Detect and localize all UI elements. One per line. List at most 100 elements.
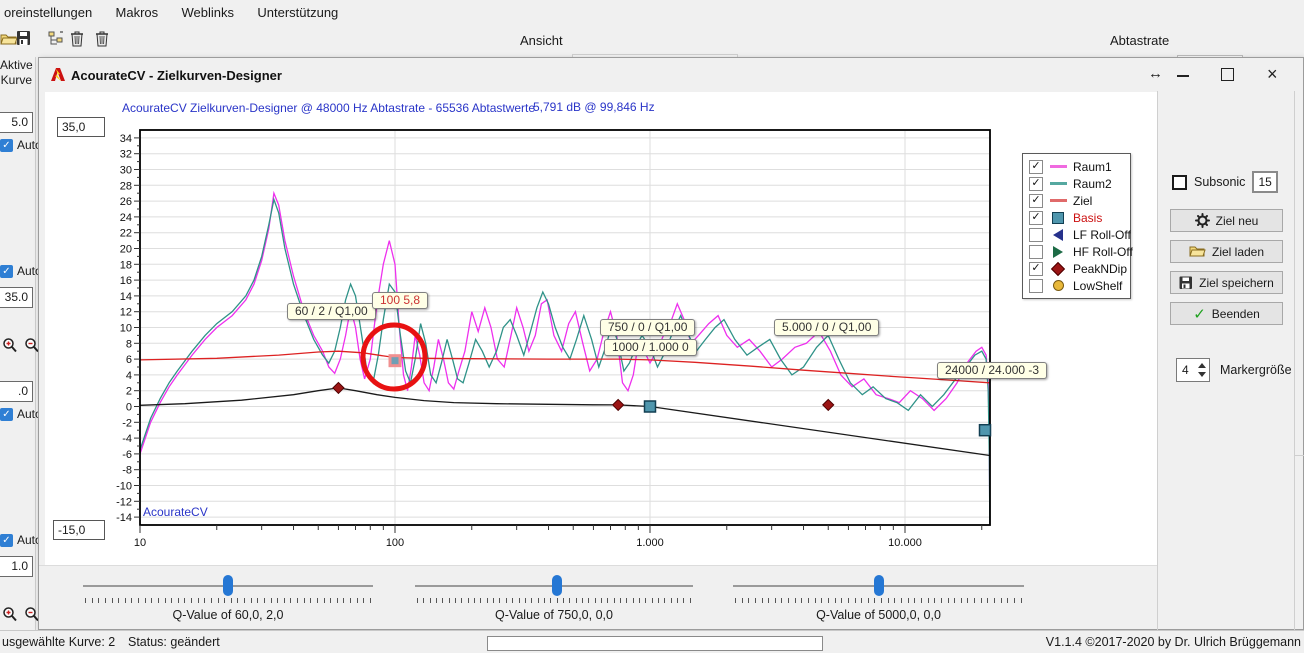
ansicht-label: Ansicht — [520, 33, 563, 48]
menu-makros[interactable]: Makros — [106, 0, 169, 24]
ziel-neu-label: Ziel neu — [1216, 214, 1259, 228]
check-icon: ✓ — [1193, 305, 1206, 323]
legend-row-raum2[interactable]: ✓Raum2 — [1029, 175, 1130, 192]
menu-voreinstellungen[interactable]: oreinstellungen — [0, 0, 102, 24]
legend-label: Ziel — [1073, 194, 1092, 208]
legend-row-lowshelf[interactable]: LowShelf — [1029, 277, 1130, 294]
status-selected-curve: usgewählte Kurve: 2 — [2, 635, 115, 649]
legend-label: Basis — [1073, 211, 1102, 225]
legend-label: HF Roll-Off — [1073, 245, 1133, 259]
legend-row-basis[interactable]: ✓ Basis — [1029, 209, 1130, 226]
menu-weblinks[interactable]: Weblinks — [172, 0, 245, 24]
maximize-button[interactable] — [1221, 68, 1234, 81]
q-slider-5000-label: Q-Value of 5000,0, 0,0 — [733, 608, 1024, 622]
zoom-in-icon[interactable] — [2, 606, 18, 623]
chart-legend: ✓Raum1✓Raum2✓Ziel✓BasisLF Roll-OffHF Rol… — [1022, 153, 1131, 299]
checkbox-checked-icon[interactable]: ✓ — [1029, 160, 1043, 174]
progress-bar — [487, 636, 823, 651]
close-button[interactable]: × — [1267, 64, 1278, 85]
save-icon — [1179, 276, 1193, 290]
chart-annotation: 750 / 0 / Q1,00 — [600, 319, 695, 336]
checkbox-checked-icon[interactable]: ✓ — [1029, 194, 1043, 208]
legend-row-ziel[interactable]: ✓ Ziel — [1029, 192, 1130, 209]
q-slider-60-label: Q-Value of 60,0, 2,0 — [83, 608, 373, 622]
curve-field-top[interactable]: 5.0 — [0, 112, 33, 133]
checkbox-checked-icon[interactable]: ✓ — [1029, 262, 1043, 276]
subsonic-checkbox[interactable] — [1172, 175, 1187, 190]
legend-symbol-tri-right — [1049, 246, 1067, 258]
minimize-button[interactable] — [1177, 75, 1189, 77]
y-min-field[interactable]: -15,0 — [53, 520, 105, 540]
auto-checkbox-2[interactable]: ✓Auto — [0, 264, 42, 278]
ziel-speichern-label: Ziel speichern — [1199, 276, 1274, 290]
abtastrate-label: Abtastrate — [1110, 33, 1169, 48]
y-max-field[interactable]: 35,0 — [57, 117, 105, 137]
toolbar: Ansicht Freq Zeit F/Z Abtastrate 48000 — [0, 25, 1304, 58]
legend-row-hf-roll-off[interactable]: HF Roll-Off — [1029, 243, 1130, 260]
curve-field-low[interactable]: .0 — [0, 381, 33, 402]
slider-thumb[interactable] — [223, 575, 233, 596]
ziel-speichern-button[interactable]: Ziel speichern — [1170, 271, 1283, 294]
menu-unterstuetzung[interactable]: Unterstützung — [247, 0, 348, 24]
legend-symbol-square — [1049, 212, 1067, 224]
checkbox-unchecked-icon[interactable] — [1029, 279, 1043, 293]
slider-thumb[interactable] — [552, 575, 562, 596]
beenden-label: Beenden — [1212, 307, 1260, 321]
beenden-button[interactable]: ✓ Beenden — [1170, 302, 1283, 325]
q-slider-60: Q-Value of 60,0, 2,0 — [83, 572, 373, 624]
marker-size-stepper[interactable]: 4 — [1176, 358, 1210, 382]
resize-horizontal-icon[interactable]: ↔ — [1148, 65, 1163, 82]
delete-all-icon[interactable] — [94, 29, 110, 48]
status-bar: usgewählte Kurve: 2 Status: geändert V1.… — [0, 630, 1304, 653]
legend-symbol-diamond — [1049, 264, 1067, 274]
aktive-kurve-label: AktiveKurve — [0, 58, 32, 88]
slider-ticks — [417, 598, 691, 603]
slider-thumb[interactable] — [874, 575, 884, 596]
save-icon[interactable] — [16, 30, 32, 47]
slider-ticks — [735, 598, 1022, 603]
checkbox-checked-icon: ✓ — [0, 139, 13, 152]
auto-checkbox-4[interactable]: ✓Auto — [0, 533, 42, 547]
chart-annotation: 1000 / 1.000 0 — [604, 339, 697, 356]
subsonic-label: Subsonic — [1194, 175, 1245, 189]
gear-icon — [1195, 213, 1210, 228]
legend-symbol-circle — [1049, 280, 1067, 291]
application-window: oreinstellungen Makros Weblinks Unterstü… — [0, 0, 1304, 653]
chart-watermark: AcourateCV — [143, 505, 208, 519]
curve-field-bottom[interactable]: 1.0 — [0, 556, 33, 577]
checkbox-checked-icon: ✓ — [0, 408, 13, 421]
checkbox-checked-icon[interactable]: ✓ — [1029, 177, 1043, 191]
zoom-in-icon[interactable] — [2, 337, 18, 354]
checkbox-unchecked-icon[interactable] — [1029, 228, 1043, 242]
legend-row-raum1[interactable]: ✓Raum1 — [1029, 158, 1130, 175]
legend-row-peakndip[interactable]: ✓ PeakNDip — [1029, 260, 1130, 277]
right-panel-divider — [1157, 91, 1158, 630]
chart-annotation: 60 / 2 / Q1,00 — [287, 303, 376, 320]
checkbox-checked-icon[interactable]: ✓ — [1029, 211, 1043, 225]
subsonic-value-field[interactable]: 15 — [1252, 171, 1278, 193]
q-slider-750-label: Q-Value of 750,0, 0,0 — [415, 608, 693, 622]
spinner-up-icon[interactable] — [1198, 363, 1206, 368]
chart-annotation: 24000 / 24.000 -3 — [937, 362, 1047, 379]
legend-symbol-line — [1049, 182, 1067, 185]
curve-list-icon[interactable] — [48, 30, 66, 47]
delete-curve-icon[interactable] — [69, 29, 85, 48]
ziel-laden-button[interactable]: Ziel laden — [1170, 240, 1283, 263]
legend-row-lf-roll-off[interactable]: LF Roll-Off — [1029, 226, 1130, 243]
curve-field-mid[interactable]: 35.0 — [0, 287, 33, 308]
checkbox-unchecked-icon[interactable] — [1029, 245, 1043, 259]
right-edge-divider — [1294, 91, 1295, 630]
q-slider-5000: Q-Value of 5000,0, 0,0 — [733, 572, 1024, 624]
chart-annotation: 100 5,8 — [372, 292, 428, 309]
open-folder-icon — [1189, 245, 1206, 258]
q-slider-750: Q-Value of 750,0, 0,0 — [415, 572, 693, 624]
marker-size-label: Markergröße — [1220, 363, 1292, 377]
legend-label: LF Roll-Off — [1073, 228, 1131, 242]
slider-strip-divider — [39, 565, 1157, 566]
ziel-neu-button[interactable]: Ziel neu — [1170, 209, 1283, 232]
legend-label: PeakNDip — [1073, 262, 1127, 276]
auto-checkbox-1[interactable]: ✓Auto — [0, 138, 42, 152]
legend-symbol-line — [1049, 199, 1067, 202]
spinner-down-icon[interactable] — [1198, 372, 1206, 377]
auto-checkbox-3[interactable]: ✓Auto — [0, 407, 42, 421]
